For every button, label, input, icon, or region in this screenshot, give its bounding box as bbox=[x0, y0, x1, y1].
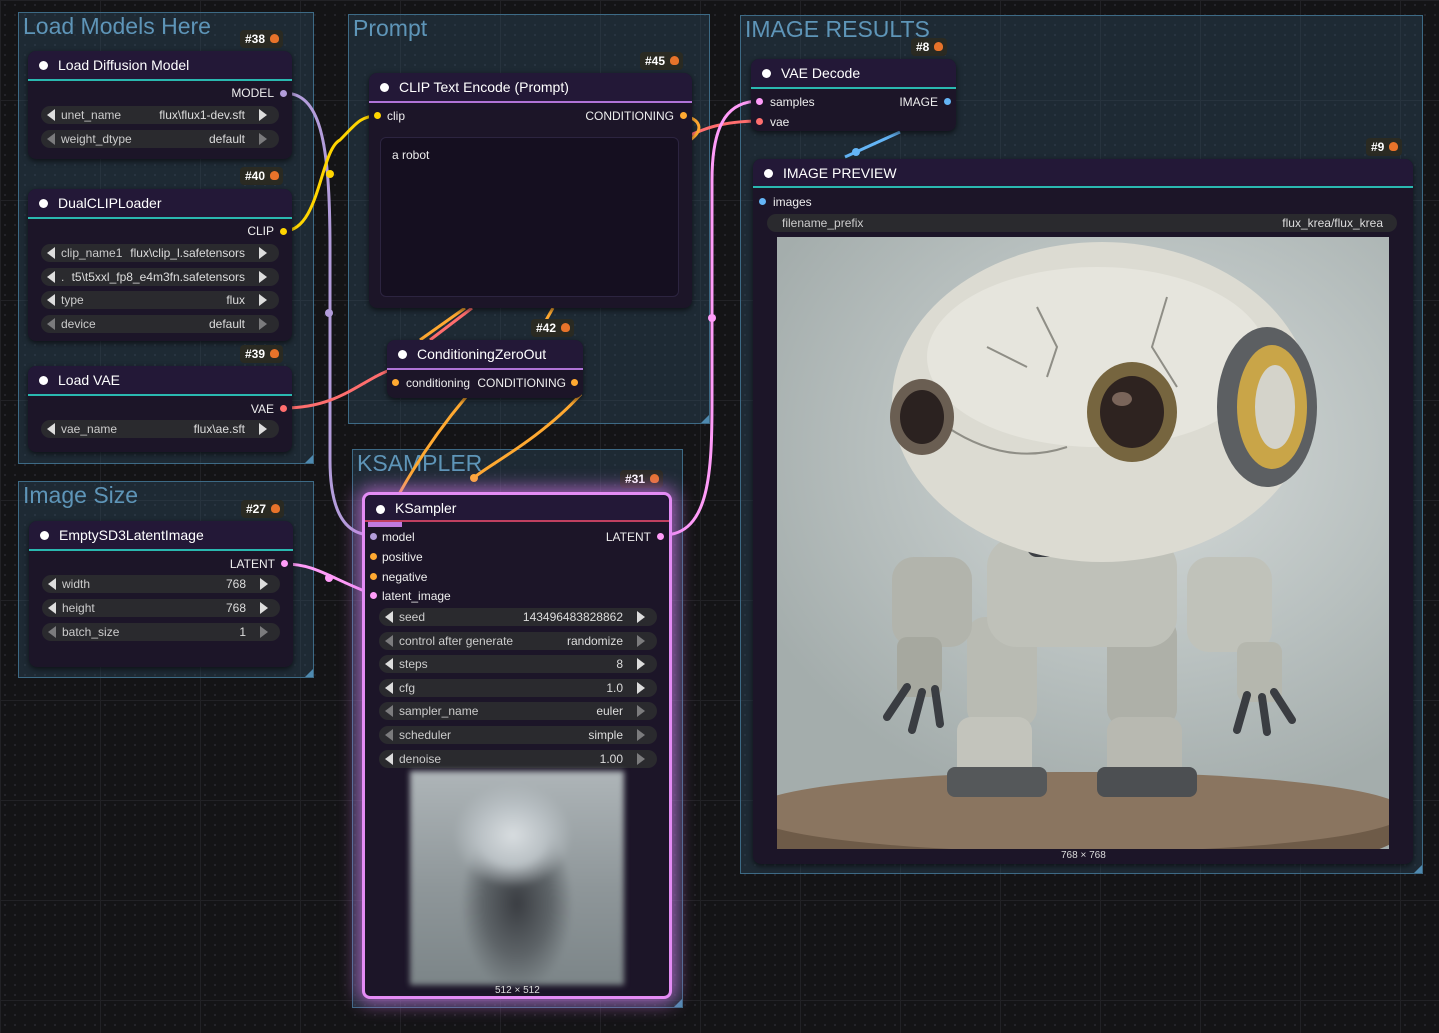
input-positive-label: positive bbox=[382, 550, 423, 564]
widget-height[interactable]: height 768 bbox=[42, 599, 280, 617]
link-reroute-dot bbox=[325, 309, 333, 317]
output-latent-dot[interactable] bbox=[281, 560, 288, 567]
output-conditioning-label: CONDITIONING bbox=[585, 109, 674, 123]
output-conditioning-dot[interactable] bbox=[571, 379, 578, 386]
input-model-dot[interactable] bbox=[370, 533, 377, 540]
node-title[interactable]: CLIP Text Encode (Prompt) bbox=[369, 73, 692, 101]
node-title[interactable]: IMAGE PREVIEW bbox=[753, 159, 1413, 187]
node-ksampler[interactable]: KSampler model positive negative latent_… bbox=[362, 492, 672, 999]
node-image-preview[interactable]: IMAGE PREVIEW images filename_prefix flux… bbox=[753, 159, 1413, 864]
node-badge: #8 bbox=[911, 38, 948, 56]
input-samples-dot[interactable] bbox=[756, 98, 763, 105]
latent-preview-size: 512 × 512 bbox=[495, 985, 540, 996]
widget-filename-prefix[interactable]: filename_prefix flux_krea/flux_krea bbox=[767, 214, 1397, 232]
widget-seed[interactable]: seed 143496483828862 bbox=[379, 608, 657, 626]
widget-cfg[interactable]: cfg 1.0 bbox=[379, 679, 657, 697]
input-latent-image-dot[interactable] bbox=[370, 592, 377, 599]
input-images-label: images bbox=[773, 195, 812, 209]
input-latent-image-label: latent_image bbox=[382, 589, 451, 603]
input-clip-dot[interactable] bbox=[374, 112, 381, 119]
input-conditioning-dot[interactable] bbox=[392, 379, 399, 386]
robot-illustration bbox=[777, 242, 1389, 849]
group-title: IMAGE RESULTS bbox=[745, 16, 930, 42]
output-latent-dot[interactable] bbox=[657, 533, 664, 540]
widget-device[interactable]: device default bbox=[41, 315, 279, 333]
input-positive-dot[interactable] bbox=[370, 553, 377, 560]
node-badge: #45 bbox=[640, 52, 684, 70]
widget-clip-name1[interactable]: clip_name1 flux\clip_l.safetensors bbox=[41, 244, 279, 262]
preview-robot-image bbox=[777, 237, 1389, 849]
link-reroute-dot bbox=[325, 574, 333, 582]
node-conditioning-zero-out[interactable]: ConditioningZeroOut conditioning CONDITI… bbox=[387, 340, 583, 398]
input-vae-dot[interactable] bbox=[756, 118, 763, 125]
node-title[interactable]: Load Diffusion Model bbox=[28, 51, 292, 79]
group-title: Load Models Here bbox=[23, 13, 211, 39]
input-negative-label: negative bbox=[382, 570, 428, 584]
node-badge: #39 bbox=[240, 345, 284, 363]
node-title[interactable]: EmptySD3LatentImage bbox=[29, 521, 293, 549]
node-badge: #9 bbox=[1366, 138, 1403, 156]
widget-batch-size[interactable]: batch_size 1 bbox=[42, 623, 280, 641]
latent-preview-image bbox=[410, 771, 624, 985]
input-vae-label: vae bbox=[770, 115, 790, 129]
widget-type[interactable]: type flux bbox=[41, 291, 279, 309]
widget-vae-name[interactable]: vae_name flux\ae.sft bbox=[41, 420, 279, 438]
widget-scheduler[interactable]: scheduler simple bbox=[379, 726, 657, 744]
output-conditioning-dot[interactable] bbox=[680, 112, 687, 119]
output-model-label: MODEL bbox=[231, 86, 274, 100]
node-dual-clip-loader[interactable]: DualCLIPLoader CLIP clip_name1 flux\clip_… bbox=[28, 189, 292, 341]
node-vae-decode[interactable]: VAE Decode samples vae IMAGE bbox=[751, 59, 956, 131]
node-badge: #38 bbox=[240, 30, 284, 48]
output-vae-label: VAE bbox=[250, 402, 274, 416]
input-negative-dot[interactable] bbox=[370, 573, 377, 580]
link-reroute-dot bbox=[326, 170, 334, 178]
node-badge: #40 bbox=[240, 167, 284, 185]
node-load-diffusion-model[interactable]: Load Diffusion Model MODEL unet_name flux… bbox=[28, 51, 292, 159]
node-empty-sd3-latent-image[interactable]: EmptySD3LatentImage LATENT width 768 heig… bbox=[29, 521, 293, 667]
output-latent-label: LATENT bbox=[605, 530, 651, 544]
input-conditioning-label: conditioning bbox=[406, 376, 471, 390]
output-model-dot[interactable] bbox=[280, 90, 287, 97]
node-badge: #27 bbox=[241, 500, 285, 518]
node-load-vae[interactable]: Load VAE VAE vae_name flux\ae.sft bbox=[28, 366, 292, 452]
node-title[interactable]: DualCLIPLoader bbox=[28, 189, 292, 217]
node-badge: #42 bbox=[531, 319, 575, 337]
output-image-label: IMAGE bbox=[899, 95, 938, 109]
widget-sampler-name[interactable]: sampler_name euler bbox=[379, 702, 657, 720]
widget-unet-name[interactable]: unet_name flux\flux1-dev.sft bbox=[41, 106, 279, 124]
output-vae-dot[interactable] bbox=[280, 405, 287, 412]
output-latent-label: LATENT bbox=[229, 557, 275, 571]
node-title[interactable]: Load VAE bbox=[28, 366, 292, 394]
node-title[interactable]: ConditioningZeroOut bbox=[387, 340, 583, 368]
node-title[interactable]: KSampler bbox=[365, 495, 669, 520]
input-samples-label: samples bbox=[770, 95, 815, 109]
group-title: Prompt bbox=[353, 15, 428, 41]
widget-steps[interactable]: steps 8 bbox=[379, 655, 657, 673]
widget-weight-dtype[interactable]: weight_dtype default bbox=[41, 130, 279, 148]
input-clip-label: clip bbox=[387, 109, 406, 123]
widget-clip-name2[interactable]: . t5\t5xxl_fp8_e4m3fn.safetensors bbox=[41, 268, 279, 286]
widget-control-after-generate[interactable]: control after generate randomize bbox=[379, 632, 657, 650]
group-title: Image Size bbox=[23, 482, 139, 508]
preview-image-size: 768 × 768 bbox=[1061, 850, 1106, 861]
widget-denoise[interactable]: denoise 1.00 bbox=[379, 750, 657, 768]
output-clip-label: CLIP bbox=[247, 224, 274, 238]
input-model-label: model bbox=[382, 530, 415, 544]
output-conditioning-label: CONDITIONING bbox=[477, 376, 566, 390]
node-badge: #31 bbox=[620, 470, 664, 488]
node-clip-text-encode[interactable]: CLIP Text Encode (Prompt) clip CONDITION… bbox=[369, 73, 692, 308]
prompt-textarea[interactable]: a robot bbox=[380, 137, 679, 297]
output-image-dot[interactable] bbox=[944, 98, 951, 105]
node-title[interactable]: VAE Decode bbox=[751, 59, 956, 87]
group-title: KSAMPLER bbox=[357, 450, 483, 476]
widget-width[interactable]: width 768 bbox=[42, 575, 280, 593]
input-images-dot[interactable] bbox=[759, 198, 766, 205]
output-clip-dot[interactable] bbox=[280, 228, 287, 235]
